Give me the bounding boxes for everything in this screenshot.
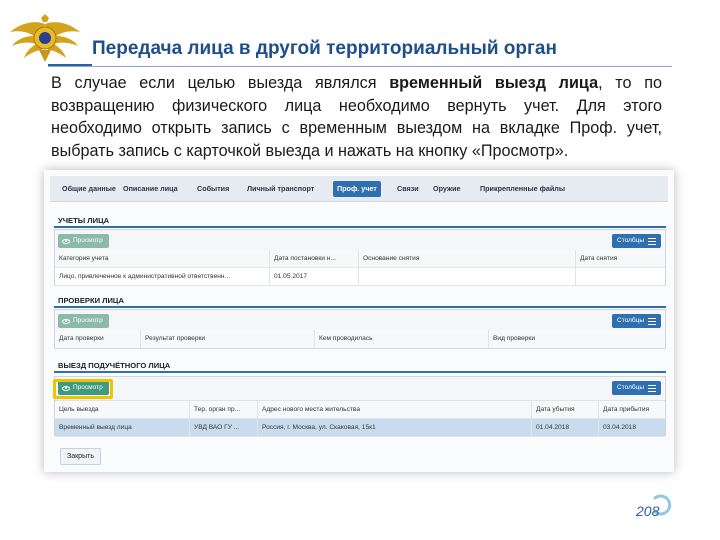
eye-icon — [62, 318, 70, 324]
page-number: 208 — [636, 503, 660, 519]
close-button[interactable]: Закрыть — [60, 448, 101, 465]
view-button-disabled[interactable]: Просмотр — [58, 314, 109, 328]
column-header[interactable]: Дата прибытия — [599, 401, 667, 419]
slide-title: Передача лица в другой территориальный о… — [92, 38, 557, 59]
departure-table: Просмотр Столбцы Цель выезда Тер. орган … — [54, 376, 666, 437]
section-rule — [54, 306, 666, 308]
police-emblem-logo — [10, 14, 80, 62]
column-header[interactable]: Дата проверки — [55, 330, 141, 348]
tab-description[interactable]: Описание лица — [119, 181, 182, 197]
accounts-table: Просмотр Столбцы Категория учета Дата по… — [54, 229, 666, 286]
column-header[interactable]: Дата убытия — [532, 401, 599, 419]
section-title-departure: ВЫЕЗД ПОДУЧЁТНОГО ЛИЦА — [58, 361, 171, 370]
table-cell: 01.05.2017 — [270, 268, 359, 286]
table-cell: Временный выезд лица — [55, 419, 190, 437]
intro-emphasis: временный выезд лица — [389, 74, 599, 92]
column-header[interactable]: Вид проверки — [489, 330, 667, 348]
table-toolbar: Просмотр Столбцы — [55, 377, 665, 401]
table-cell: Лицо, привлеченное к административной от… — [55, 268, 270, 286]
eye-icon — [62, 238, 70, 244]
view-button[interactable]: Просмотр — [58, 234, 109, 248]
section-title-accounts: УЧЕТЫ ЛИЦА — [58, 216, 110, 225]
table-row[interactable]: Лицо, привлеченное к административной от… — [55, 268, 665, 286]
column-header[interactable]: Кем проводилась — [315, 330, 489, 348]
column-header[interactable]: Основание снятия — [359, 250, 576, 268]
columns-button[interactable]: Столбцы — [612, 381, 661, 395]
table-cell: Россия, г. Москва, ул. Скаковая, 15к1 — [258, 419, 532, 437]
checks-table: Просмотр Столбцы Дата проверки Результат… — [54, 309, 666, 349]
tab-weapons[interactable]: Оружие — [429, 181, 464, 197]
table-cell — [359, 268, 576, 286]
column-header[interactable]: Категория учета — [55, 250, 270, 268]
tab-vehicles[interactable]: Личный транспорт — [243, 181, 318, 197]
tab-events[interactable]: События — [193, 181, 233, 197]
tab-links[interactable]: Связи — [393, 181, 423, 197]
section-title-checks: ПРОВЕРКИ ЛИЦА — [58, 296, 124, 305]
menu-icon — [648, 317, 656, 325]
column-header[interactable]: Дата снятия — [576, 250, 667, 268]
intro-paragraph: В случае если целью выезда являлся време… — [51, 74, 663, 160]
title-underline — [48, 66, 672, 67]
table-cell: УВД ВАО ГУ ... — [190, 419, 258, 437]
table-header-row: Дата проверки Результат проверки Кем про… — [55, 330, 665, 348]
column-header[interactable]: Дата постановки н... — [270, 250, 359, 268]
section-rule — [54, 371, 666, 373]
app-screenshot: Общие данные Описание лица События Личны… — [44, 170, 674, 472]
columns-button[interactable]: Столбцы — [612, 314, 661, 328]
tab-bar: Общие данные Описание лица События Личны… — [50, 176, 668, 202]
tab-prof-account[interactable]: Проф. учет — [333, 181, 381, 197]
columns-button[interactable]: Столбцы — [612, 234, 661, 248]
view-button-highlight — [53, 379, 113, 399]
section-rule — [54, 226, 666, 228]
column-header[interactable]: Адрес нового места жительства — [258, 401, 532, 419]
table-header-row: Категория учета Дата постановки н... Осн… — [55, 250, 665, 268]
table-cell: 03.04.2018 — [603, 424, 637, 431]
column-header[interactable]: Цель выезда — [55, 401, 190, 419]
table-cell: 01.04.2018 — [532, 419, 599, 437]
tab-general[interactable]: Общие данные — [58, 181, 120, 197]
column-header[interactable]: Тер. орган пр... — [190, 401, 258, 419]
menu-icon — [648, 384, 656, 392]
menu-icon — [648, 237, 656, 245]
column-header[interactable]: Результат проверки — [141, 330, 315, 348]
tab-attached-files[interactable]: Прикрепленные файлы — [476, 181, 569, 197]
table-row-selected[interactable]: Временный выезд лица УВД ВАО ГУ ... Росс… — [55, 419, 665, 437]
table-header-row: Цель выезда Тер. орган пр... Адрес новог… — [55, 401, 665, 419]
table-cell — [576, 268, 667, 286]
